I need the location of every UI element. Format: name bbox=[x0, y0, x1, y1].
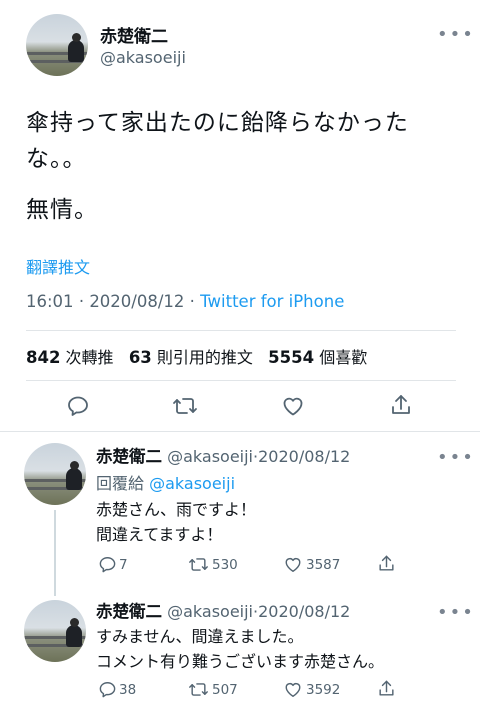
likes-label: 個喜歡 bbox=[319, 348, 368, 367]
likes-count: 5554 bbox=[268, 348, 315, 367]
divider bbox=[26, 330, 456, 331]
more-dots-icon[interactable]: ••• bbox=[437, 26, 475, 44]
reply-count: 7 bbox=[119, 556, 128, 573]
tweet-source-link[interactable]: Twitter for iPhone bbox=[200, 292, 344, 311]
reply-date[interactable]: 2020/08/12 bbox=[258, 602, 350, 621]
tweet-text-line-2: な。。 bbox=[26, 146, 87, 172]
tweet-stats: 842 次轉推 63 則引用的推文 5554 個喜歡 bbox=[26, 344, 367, 368]
tweet-text-line-3: 無情。 bbox=[26, 197, 98, 223]
reply-author-name[interactable]: 赤楚衛二 bbox=[96, 602, 162, 621]
reply-header: 赤楚衛二 @akasoeiji·2020/08/12 bbox=[96, 598, 350, 622]
quotes-count: 63 bbox=[128, 348, 152, 367]
reply-icon bbox=[99, 682, 116, 698]
share-button[interactable] bbox=[377, 554, 396, 577]
reply-text-line-1: すみません、間違えました。 bbox=[96, 627, 304, 646]
reply-icon bbox=[68, 396, 88, 416]
like-stat[interactable]: 5554 個喜歡 bbox=[268, 348, 367, 367]
thread-line bbox=[54, 510, 56, 596]
retweets-label: 次轉推 bbox=[65, 348, 114, 367]
reply-button[interactable]: 38 bbox=[98, 680, 136, 699]
retweet-icon bbox=[189, 683, 208, 696]
reply-header: 赤楚衛二 @akasoeiji·2020/08/12 bbox=[96, 443, 350, 467]
separator: · bbox=[78, 292, 85, 311]
separator: · bbox=[189, 292, 195, 311]
replying-to-handle[interactable]: @akasoeiji bbox=[149, 474, 235, 493]
reply-avatar[interactable] bbox=[24, 600, 86, 662]
replying-to-label: 回覆給 bbox=[96, 474, 145, 493]
retweets-count: 842 bbox=[26, 348, 61, 367]
translate-link[interactable]: 翻譯推文 bbox=[26, 254, 90, 278]
reply-count: 38 bbox=[119, 681, 137, 698]
reply-icon bbox=[99, 557, 116, 573]
share-button[interactable] bbox=[377, 679, 396, 702]
retweet-button[interactable]: 530 bbox=[188, 555, 238, 574]
reply-text-line-2: 間違えてますよ！ bbox=[96, 525, 223, 544]
retweet-icon bbox=[189, 558, 208, 571]
main-author-name[interactable]: 赤楚衛二 bbox=[100, 22, 168, 47]
divider bbox=[26, 380, 456, 381]
like-count: 3592 bbox=[306, 681, 341, 698]
reply-button[interactable]: 7 bbox=[98, 555, 128, 574]
retweet-button[interactable]: 507 bbox=[188, 680, 238, 699]
heart-icon bbox=[285, 557, 301, 572]
reply-avatar[interactable] bbox=[24, 443, 86, 505]
like-button[interactable]: 3587 bbox=[283, 555, 340, 574]
retweet-icon bbox=[173, 398, 197, 414]
reply-button[interactable] bbox=[66, 394, 90, 422]
replying-to: 回覆給 @akasoeiji bbox=[96, 470, 235, 494]
quotes-label: 則引用的推文 bbox=[156, 348, 253, 367]
heart-icon bbox=[285, 682, 301, 697]
tweet-timestamp: 16:01 · 2020/08/12 · Twitter for iPhone bbox=[26, 292, 344, 311]
like-button[interactable] bbox=[281, 394, 305, 422]
reply-text-line-2: コメント有り難うございます赤楚さん。 bbox=[96, 652, 385, 671]
reply-author-name[interactable]: 赤楚衛二 bbox=[96, 447, 162, 466]
main-avatar[interactable] bbox=[26, 14, 88, 76]
reply-date[interactable]: 2020/08/12 bbox=[258, 447, 350, 466]
quote-stat[interactable]: 63 則引用的推文 bbox=[129, 348, 258, 367]
reply-author-handle[interactable]: @akasoeiji bbox=[167, 447, 253, 466]
tweet-time: 16:01 bbox=[26, 292, 74, 311]
share-icon bbox=[379, 555, 394, 571]
main-author-handle[interactable]: @akasoeiji bbox=[100, 48, 186, 67]
like-count: 3587 bbox=[306, 556, 341, 573]
share-icon bbox=[392, 395, 410, 414]
heart-icon bbox=[283, 397, 303, 416]
retweet-button[interactable] bbox=[172, 394, 198, 422]
retweet-count: 530 bbox=[212, 556, 238, 573]
share-icon bbox=[379, 680, 394, 696]
retweet-stat[interactable]: 842 次轉推 bbox=[26, 348, 119, 367]
retweet-count: 507 bbox=[212, 681, 238, 698]
reply-author-handle[interactable]: @akasoeiji bbox=[167, 602, 253, 621]
share-button[interactable] bbox=[389, 393, 413, 421]
tweet-text-line-1: 傘持って家出たのに飴降らなかった bbox=[26, 110, 409, 136]
tweet-date[interactable]: 2020/08/12 bbox=[89, 292, 184, 311]
more-dots-icon[interactable]: ••• bbox=[437, 449, 475, 467]
more-dots-icon[interactable]: ••• bbox=[437, 604, 475, 622]
divider bbox=[0, 431, 480, 432]
reply-text-line-1: 赤楚さん、雨ですよ！ bbox=[96, 500, 257, 519]
like-button[interactable]: 3592 bbox=[283, 680, 340, 699]
